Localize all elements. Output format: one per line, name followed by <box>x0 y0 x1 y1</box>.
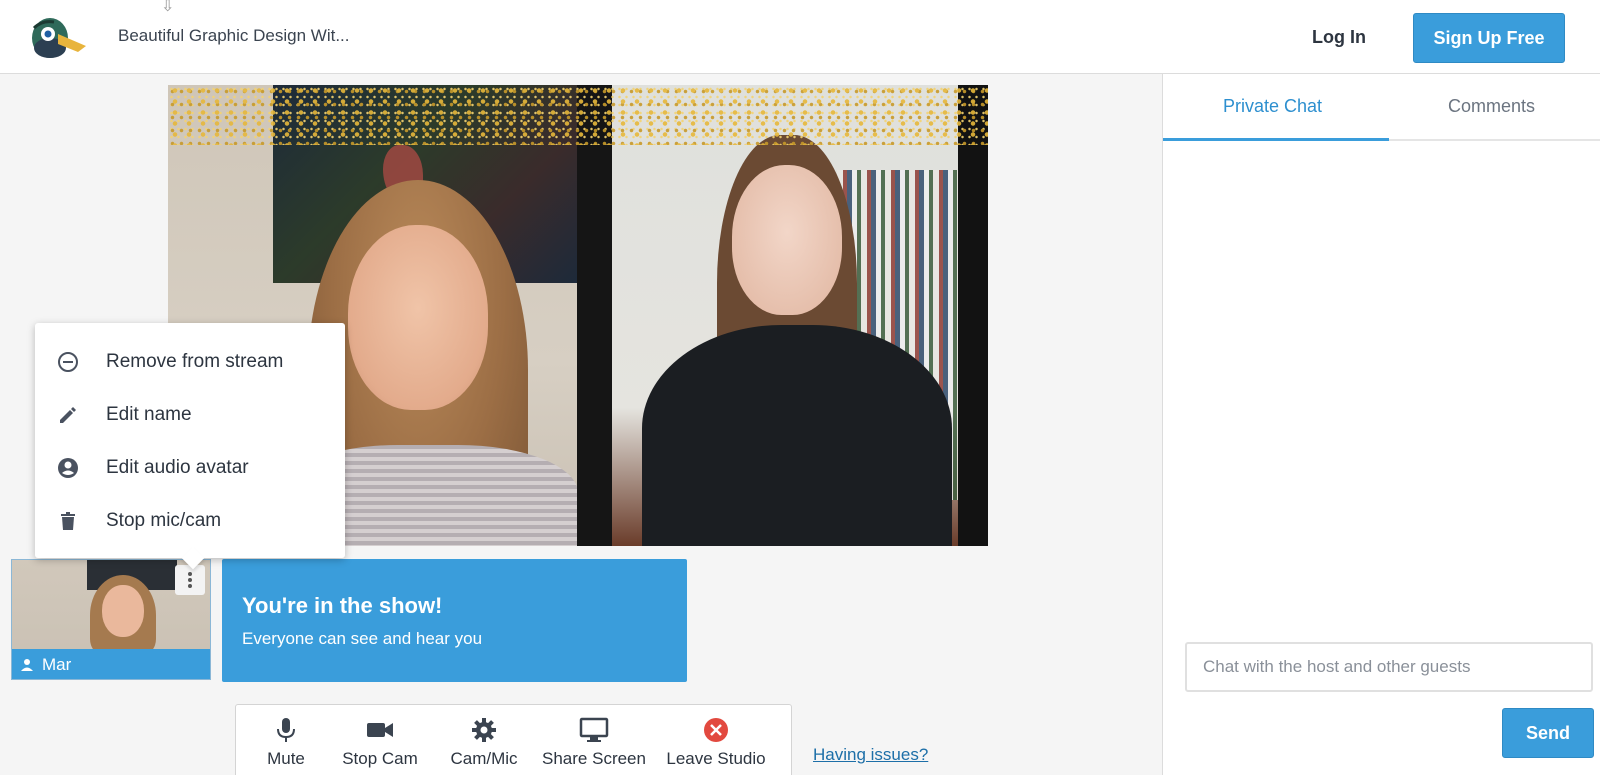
tab-comments[interactable]: Comments <box>1382 74 1600 139</box>
trash-icon <box>55 508 81 534</box>
person-icon <box>20 658 34 672</box>
menu-item-label: Edit name <box>106 403 192 425</box>
self-video-tile[interactable]: Mar <box>11 559 211 680</box>
duck-logo-icon[interactable] <box>28 12 88 60</box>
chat-input[interactable] <box>1185 642 1593 692</box>
microphone-icon <box>275 715 297 745</box>
video-camera-icon <box>366 715 394 745</box>
cam-mic-settings-button[interactable]: Cam/Mic <box>432 705 536 775</box>
stop-cam-button[interactable]: Stop Cam <box>328 705 432 775</box>
menu-item-label: Remove from stream <box>106 350 284 372</box>
tab-private-chat[interactable]: Private Chat <box>1163 74 1389 141</box>
menu-item-stop-mic-cam[interactable]: Stop mic/cam <box>35 494 345 547</box>
control-label: Leave Studio <box>666 749 766 768</box>
control-label: Mute <box>267 749 305 768</box>
close-circle-icon <box>703 715 729 745</box>
signup-button[interactable]: Sign Up Free <box>1413 13 1565 63</box>
leave-studio-button[interactable]: Leave Studio <box>652 705 780 775</box>
menu-item-label: Stop mic/cam <box>106 509 222 531</box>
studio-controls-bar: Mute Stop Cam Cam/Mic Share Screen Leave… <box>235 704 792 775</box>
self-name-bar: Mar <box>12 649 210 679</box>
sidebar-tabs: Private Chat Comments <box>1163 74 1600 141</box>
participant-context-menu: Remove from stream Edit name Edit audio … <box>35 323 345 558</box>
banner-subtitle: Everyone can see and hear you <box>242 629 483 648</box>
minus-circle-icon <box>55 349 81 375</box>
monitor-icon <box>579 715 609 745</box>
down-arrow-icon: ⇩ <box>161 0 175 15</box>
top-header: ⇩ Beautiful Graphic Design Wit... Log In… <box>0 0 1600 74</box>
gold-confetti-overlay <box>168 85 988 145</box>
in-show-banner: You're in the show! Everyone can see and… <box>222 559 687 682</box>
gear-icon <box>471 715 497 745</box>
chat-sidebar: Private Chat Comments Send <box>1162 74 1600 775</box>
having-issues-link[interactable]: Having issues? <box>813 745 928 765</box>
control-label: Share Screen <box>542 749 646 768</box>
mute-button[interactable]: Mute <box>244 705 328 775</box>
pencil-icon <box>55 402 81 428</box>
banner-title: You're in the show! <box>242 593 443 618</box>
self-name: Mar <box>42 655 72 674</box>
send-button[interactable]: Send <box>1502 708 1594 758</box>
account-circle-icon <box>55 455 81 481</box>
share-screen-button[interactable]: Share Screen <box>536 705 652 775</box>
login-button[interactable]: Log In <box>1312 27 1366 48</box>
menu-item-label: Edit audio avatar <box>106 456 249 478</box>
menu-item-remove-from-stream[interactable]: Remove from stream <box>35 335 345 388</box>
show-title: Beautiful Graphic Design Wit... <box>118 26 350 45</box>
vertical-dots-icon[interactable] <box>175 565 205 595</box>
menu-item-edit-name[interactable]: Edit name <box>35 388 345 441</box>
menu-item-edit-audio-avatar[interactable]: Edit audio avatar <box>35 441 345 494</box>
control-label: Cam/Mic <box>450 749 518 768</box>
guest-video-right <box>612 85 958 546</box>
control-label: Stop Cam <box>342 749 418 768</box>
